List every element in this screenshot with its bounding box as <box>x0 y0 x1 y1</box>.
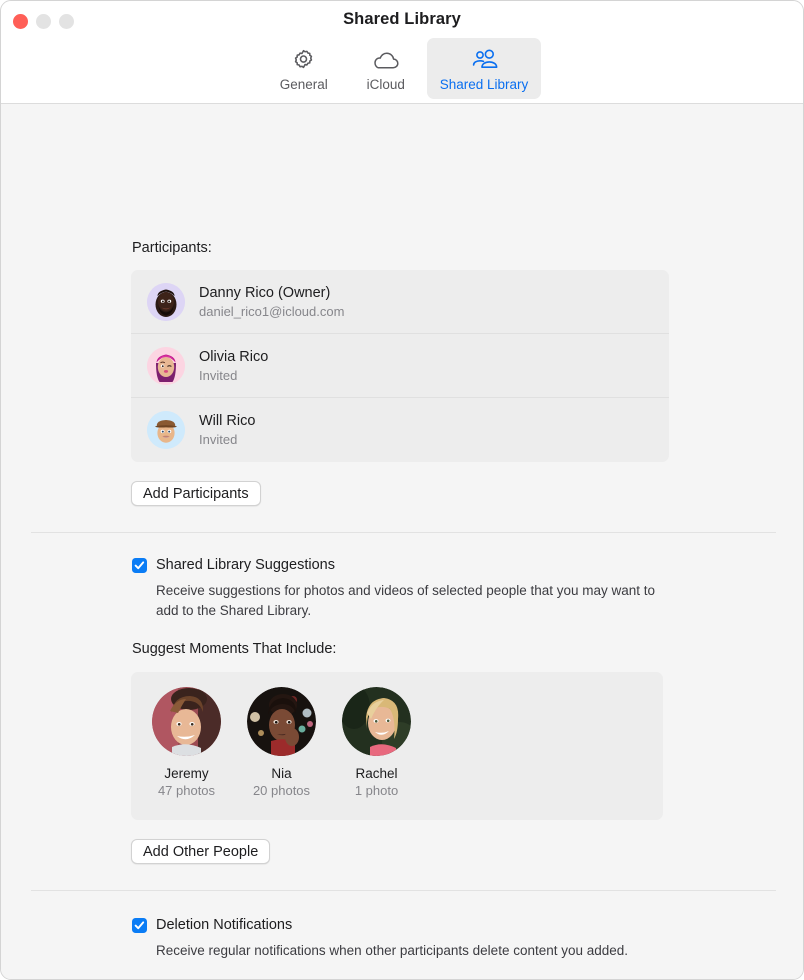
participants-list: Danny Rico (Owner) daniel_rico1@icloud.c… <box>131 270 669 462</box>
divider-1 <box>31 532 776 533</box>
participant-name: Olivia Rico <box>199 348 269 365</box>
portrait-jeremy <box>152 687 221 756</box>
suggested-person[interactable]: Jeremy 47 photos <box>150 687 223 798</box>
tab-shared-library-label: Shared Library <box>439 77 529 92</box>
participant-row[interactable]: Will Rico Invited <box>131 398 669 462</box>
divider-2 <box>31 890 776 891</box>
deletion-notifications-checkbox[interactable] <box>132 918 147 933</box>
shared-library-suggestions-row[interactable]: Shared Library Suggestions <box>132 556 672 575</box>
suggested-person[interactable]: Rachel 1 photo <box>340 687 413 798</box>
gear-icon <box>291 46 316 74</box>
deletion-notifications-label: Deletion Notifications <box>156 917 293 933</box>
suggested-person-count: 47 photos <box>157 783 216 798</box>
add-other-people-button[interactable]: Add Other People <box>131 839 271 864</box>
window-titlebar: Shared Library General iCloud Shared Lib… <box>1 1 803 104</box>
window-title: Shared Library <box>343 10 461 28</box>
suggested-person-count: 20 photos <box>252 783 311 798</box>
suggested-person-name: Jeremy <box>164 766 209 781</box>
participants-label: Participants: <box>132 240 212 256</box>
deletion-notifications-description: Receive regular notifications when other… <box>156 943 629 958</box>
participant-row[interactable]: Olivia Rico Invited <box>131 334 669 398</box>
add-participants-button[interactable]: Add Participants <box>131 481 261 506</box>
participant-name: Will Rico <box>199 413 256 429</box>
portrait-nia <box>247 687 316 756</box>
avatar-olivia <box>147 346 185 385</box>
shared-library-suggestions-label: Shared Library Suggestions <box>156 557 335 573</box>
cloud-icon <box>371 46 401 74</box>
avatar-danny <box>147 282 185 321</box>
avatar-will <box>147 411 185 449</box>
shared-library-suggestions-checkbox[interactable] <box>132 558 147 573</box>
suggested-person-name: Rachel <box>355 766 398 781</box>
preferences-toolbar: General iCloud Shared Library <box>1 38 803 99</box>
tab-general-label: General <box>279 77 328 92</box>
tab-shared-library[interactable]: Shared Library <box>426 38 542 99</box>
tab-icloud-label: iCloud <box>366 77 405 92</box>
tab-general[interactable]: General <box>263 38 345 99</box>
suggested-person-count: 1 photo <box>354 783 399 798</box>
suggest-moments-label: Suggest Moments That Include: <box>132 641 337 657</box>
participant-name: Danny Rico (Owner) <box>199 284 331 301</box>
portrait-rachel <box>342 687 411 756</box>
preferences-content: Participants: Danny Rico (Owner) daniel_… <box>1 104 803 979</box>
participant-detail: daniel_rico1@icloud.com <box>199 303 345 319</box>
suggested-people-box: Jeremy 47 photos Nia 20 photos Rachel 1 … <box>131 672 663 820</box>
suggested-person[interactable]: Nia 20 photos <box>245 687 318 798</box>
tab-icloud[interactable]: iCloud <box>345 38 427 99</box>
participant-row[interactable]: Danny Rico (Owner) daniel_rico1@icloud.c… <box>131 270 669 334</box>
participant-detail: Invited <box>199 367 238 383</box>
participant-detail: Invited <box>199 432 238 447</box>
preferences-window: Shared Library General iCloud Shared Lib… <box>0 0 804 980</box>
suggested-person-name: Nia <box>271 766 292 781</box>
two-people-icon <box>469 46 499 74</box>
shared-library-suggestions-description: Receive suggestions for photos and video… <box>156 583 656 618</box>
deletion-notifications-row[interactable]: Deletion Notifications <box>132 916 672 935</box>
